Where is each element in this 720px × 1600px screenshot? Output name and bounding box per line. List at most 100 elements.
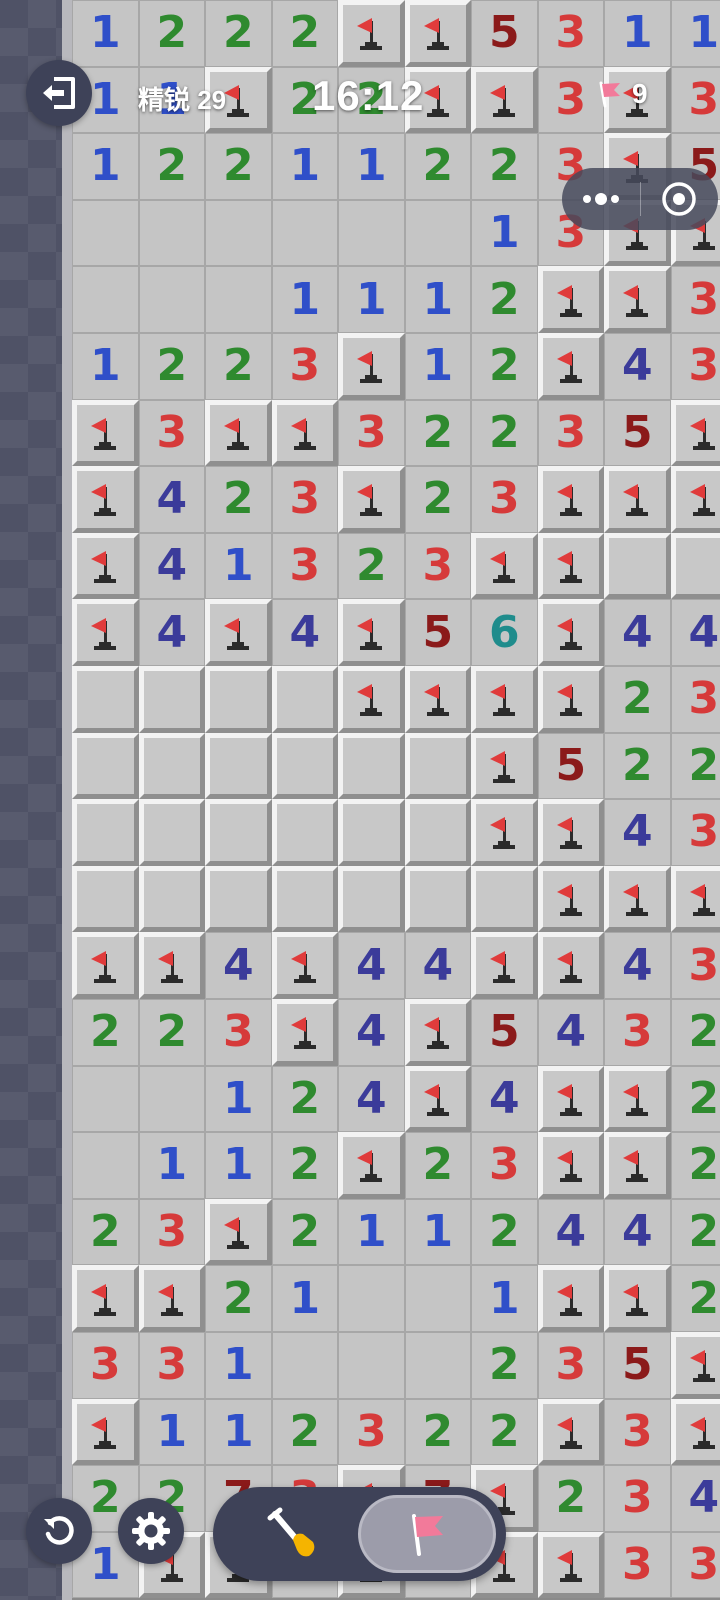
flagged-cell[interactable]	[404, 1065, 471, 1133]
covered-cell[interactable]	[670, 532, 720, 600]
revealed-cell[interactable]: 1	[404, 266, 471, 333]
revealed-cell[interactable]: 2	[670, 1132, 720, 1199]
flagged-cell[interactable]	[471, 532, 538, 600]
revealed-cell[interactable]: 4	[404, 932, 471, 999]
revealed-cell[interactable]: 3	[537, 399, 604, 467]
flagged-cell[interactable]	[604, 466, 671, 533]
revealed-cell[interactable]: 2	[205, 333, 272, 400]
revealed-cell[interactable]: 2	[271, 0, 338, 67]
revealed-cell[interactable]: 2	[670, 999, 720, 1066]
revealed-cell[interactable]: 2	[537, 1465, 604, 1532]
revealed-cell[interactable]: 1	[205, 1132, 272, 1199]
revealed-cell[interactable]: 1	[271, 133, 338, 200]
revealed-cell[interactable]: 4	[338, 1065, 405, 1133]
revealed-cell[interactable]: 4	[271, 599, 338, 666]
revealed-cell[interactable]	[72, 1132, 139, 1199]
revealed-cell[interactable]: 5	[404, 599, 471, 666]
flagged-cell[interactable]	[205, 599, 272, 666]
flagged-cell[interactable]	[537, 266, 604, 333]
revealed-cell[interactable]: 4	[604, 333, 671, 400]
revealed-cell[interactable]: 2	[471, 1332, 538, 1399]
revealed-cell[interactable]: 1	[404, 333, 471, 400]
revealed-cell[interactable]: 2	[138, 333, 205, 400]
revealed-cell[interactable]: 5	[537, 732, 604, 800]
covered-cell[interactable]	[271, 799, 338, 866]
revealed-cell[interactable]: 4	[338, 999, 405, 1066]
flagged-cell[interactable]	[338, 333, 405, 400]
revealed-cell[interactable]	[205, 266, 272, 333]
flagged-cell[interactable]	[604, 1132, 671, 1199]
flagged-cell[interactable]	[670, 865, 720, 933]
revealed-cell[interactable]: 2	[404, 133, 471, 200]
revealed-cell[interactable]: 1	[72, 333, 139, 400]
revealed-cell[interactable]: 3	[604, 999, 671, 1066]
flagged-cell[interactable]	[404, 666, 471, 733]
revealed-cell[interactable]: 1	[471, 199, 538, 267]
revealed-cell[interactable]	[138, 199, 205, 267]
covered-cell[interactable]	[205, 732, 272, 800]
covered-cell[interactable]	[604, 532, 671, 600]
revealed-cell[interactable]: 3	[670, 799, 720, 866]
revealed-cell[interactable]: 4	[138, 466, 205, 533]
flagged-cell[interactable]	[471, 732, 538, 800]
revealed-cell[interactable]: 1	[205, 1398, 272, 1466]
revealed-cell[interactable]: 1	[271, 1265, 338, 1332]
flagged-cell[interactable]	[205, 1198, 272, 1266]
revealed-cell[interactable]: 2	[271, 1198, 338, 1266]
covered-cell[interactable]	[404, 865, 471, 933]
revealed-cell[interactable]: 2	[271, 1132, 338, 1199]
flagged-cell[interactable]	[271, 999, 338, 1066]
revealed-cell[interactable]: 4	[138, 599, 205, 666]
revealed-cell[interactable]: 2	[670, 1265, 720, 1332]
revealed-cell[interactable]	[404, 199, 471, 267]
revealed-cell[interactable]: 3	[338, 1398, 405, 1466]
flagged-cell[interactable]	[537, 599, 604, 666]
revealed-cell[interactable]: 3	[670, 1531, 720, 1599]
flagged-cell[interactable]	[338, 1132, 405, 1199]
revealed-cell[interactable]	[205, 199, 272, 267]
flagged-cell[interactable]	[72, 532, 139, 600]
flagged-cell[interactable]	[72, 932, 139, 999]
revealed-cell[interactable]: 1	[338, 133, 405, 200]
revealed-cell[interactable]: 1	[72, 133, 139, 200]
flagged-cell[interactable]	[670, 1398, 720, 1466]
revealed-cell[interactable]: 5	[471, 999, 538, 1066]
flagged-cell[interactable]	[138, 932, 205, 999]
covered-cell[interactable]	[205, 799, 272, 866]
covered-cell[interactable]	[72, 865, 139, 933]
flagged-cell[interactable]	[271, 399, 338, 467]
revealed-cell[interactable]	[338, 199, 405, 267]
revealed-cell[interactable]: 1	[205, 1332, 272, 1399]
restart-button[interactable]	[26, 1498, 92, 1564]
covered-cell[interactable]	[338, 799, 405, 866]
flagged-cell[interactable]	[537, 532, 604, 600]
revealed-cell[interactable]	[138, 266, 205, 333]
more-options-button[interactable]	[562, 168, 640, 230]
revealed-cell[interactable]: 2	[271, 1398, 338, 1466]
revealed-cell[interactable]	[72, 199, 139, 267]
revealed-cell[interactable]: 3	[338, 399, 405, 467]
revealed-cell[interactable]: 3	[205, 999, 272, 1066]
revealed-cell[interactable]: 3	[670, 932, 720, 999]
revealed-cell[interactable]: 3	[471, 466, 538, 533]
flagged-cell[interactable]	[537, 1531, 604, 1599]
revealed-cell[interactable]: 3	[537, 1332, 604, 1399]
revealed-cell[interactable]	[72, 266, 139, 333]
revealed-cell[interactable]: 2	[138, 133, 205, 200]
revealed-cell[interactable]: 4	[471, 1065, 538, 1133]
settings-button[interactable]	[118, 1498, 184, 1564]
covered-cell[interactable]	[404, 799, 471, 866]
revealed-cell[interactable]: 3	[537, 66, 604, 134]
flagged-cell[interactable]	[604, 865, 671, 933]
revealed-cell[interactable]: 4	[604, 1198, 671, 1266]
revealed-cell[interactable]: 2	[404, 466, 471, 533]
flagged-cell[interactable]	[271, 932, 338, 999]
revealed-cell[interactable]: 2	[138, 0, 205, 67]
covered-cell[interactable]	[205, 666, 272, 733]
revealed-cell[interactable]: 3	[138, 1198, 205, 1266]
covered-cell[interactable]	[271, 666, 338, 733]
flagged-cell[interactable]	[604, 266, 671, 333]
flagged-cell[interactable]	[138, 1265, 205, 1332]
revealed-cell[interactable]: 2	[471, 333, 538, 400]
revealed-cell[interactable]: 2	[205, 133, 272, 200]
